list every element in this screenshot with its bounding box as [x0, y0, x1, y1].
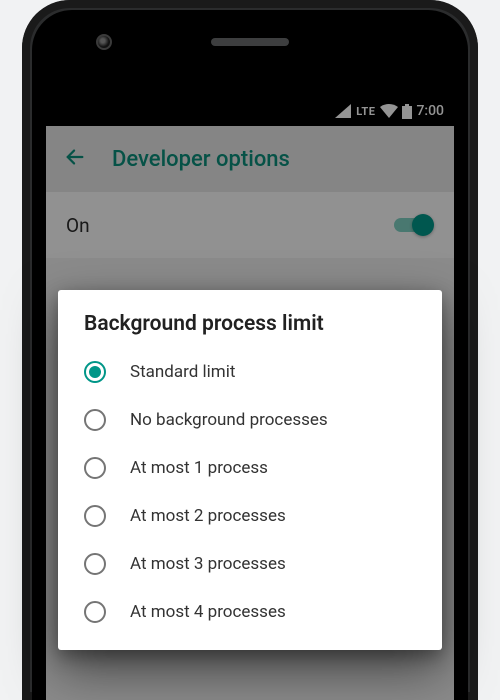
cellular-signal-icon [335, 104, 351, 118]
option-row[interactable]: Standard limit [58, 348, 442, 396]
dialog-title: Background process limit [58, 312, 442, 348]
option-row[interactable]: At most 1 process [58, 444, 442, 492]
network-type-label: LTE [356, 105, 375, 118]
battery-icon [402, 104, 412, 119]
front-camera [96, 34, 112, 50]
speaker-grille [211, 38, 289, 46]
radio-icon[interactable] [84, 457, 106, 479]
appbar-title: Developer options [112, 147, 290, 172]
radio-icon[interactable] [84, 601, 106, 623]
option-label: Standard limit [130, 362, 235, 382]
switch-thumb [412, 214, 434, 236]
option-row[interactable]: At most 2 processes [58, 492, 442, 540]
radio-icon[interactable] [84, 361, 106, 383]
option-label: At most 2 processes [130, 506, 286, 526]
option-label: At most 3 processes [130, 554, 286, 574]
option-row[interactable]: No background processes [58, 396, 442, 444]
process-limit-dialog: Background process limit Standard limit N… [58, 290, 442, 650]
switch-track [394, 218, 430, 232]
radio-icon[interactable] [84, 505, 106, 527]
option-row[interactable]: At most 3 processes [58, 540, 442, 588]
option-label: No background processes [130, 410, 328, 430]
option-row[interactable]: At most 4 processes [58, 588, 442, 636]
master-toggle-row[interactable]: On [46, 192, 454, 258]
option-label: At most 1 process [130, 458, 268, 478]
back-arrow-icon[interactable] [64, 146, 86, 172]
status-bar: LTE 7:00 [46, 96, 454, 126]
wifi-icon [380, 104, 398, 118]
radio-icon[interactable] [84, 553, 106, 575]
option-label: At most 4 processes [130, 602, 286, 622]
clock-label: 7:00 [416, 103, 444, 119]
radio-icon[interactable] [84, 409, 106, 431]
master-toggle-label: On [66, 214, 90, 237]
app-bar: Developer options [46, 126, 454, 192]
master-toggle-switch[interactable] [394, 213, 434, 237]
